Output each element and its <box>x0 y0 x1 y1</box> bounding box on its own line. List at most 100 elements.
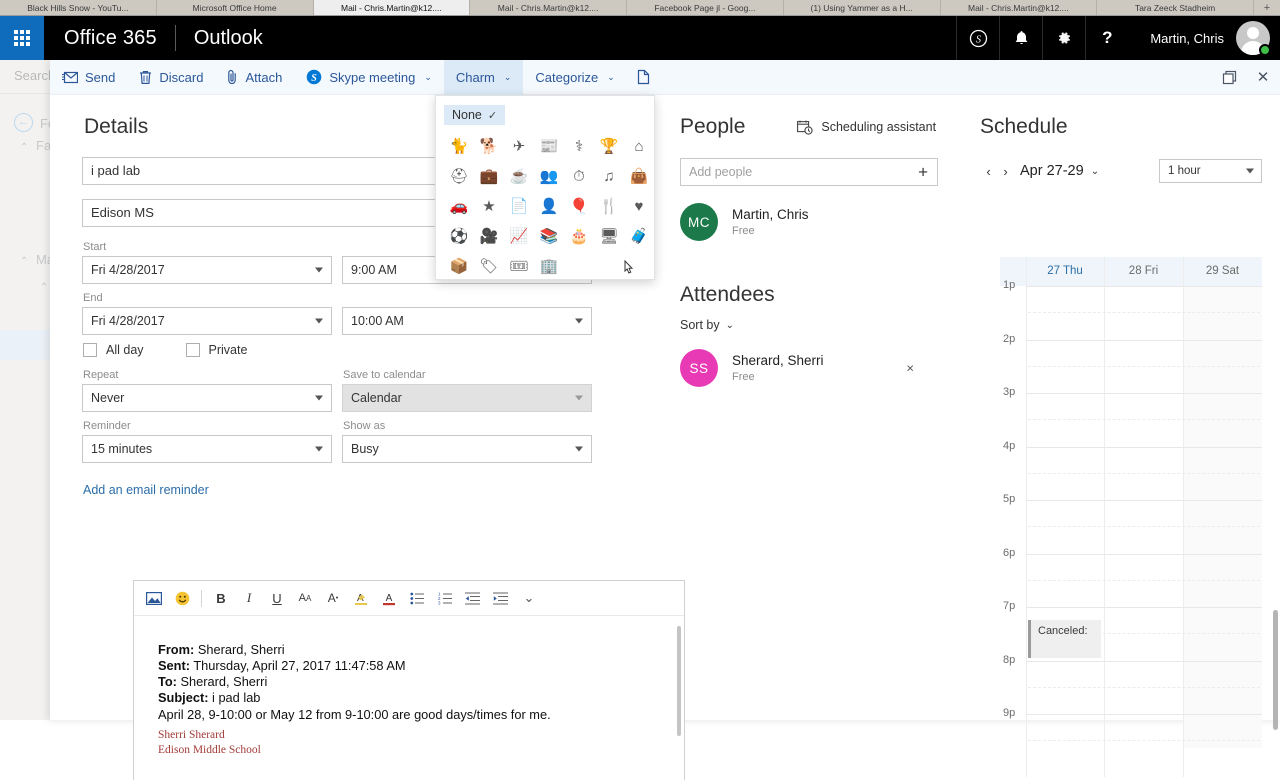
avatar[interactable] <box>1236 21 1271 56</box>
close-icon[interactable]: ✕ <box>1246 60 1280 95</box>
new-tab-button[interactable]: + <box>1254 0 1280 15</box>
browser-tab[interactable]: Black Hills Snow - YouTu... <box>0 0 157 15</box>
charm-airplane-icon[interactable]: ✈ <box>504 131 534 161</box>
schedule-scrollbar[interactable] <box>1273 610 1278 730</box>
font-size-icon[interactable]: AA <box>291 583 319 613</box>
organizer-row[interactable]: MC Martin, Chris Free <box>680 203 990 241</box>
charm-home-icon[interactable]: ⌂ <box>624 131 654 161</box>
attendee-row[interactable]: SS Sherard, Sherri Free <box>680 349 938 387</box>
previous-dates-button[interactable]: ‹ <box>980 164 997 179</box>
all-day-checkbox[interactable]: All day <box>83 343 144 357</box>
app-name-label[interactable]: Outlook <box>176 27 263 50</box>
browser-tab[interactable]: Tara Zeeck Stadheim <box>1097 0 1254 15</box>
charm-briefcase-icon[interactable]: 💼 <box>474 161 504 191</box>
settings-gear-icon[interactable] <box>1042 16 1085 60</box>
charm-chart-icon[interactable]: 📈 <box>504 221 534 251</box>
charm-suitcase-icon[interactable]: 🧳 <box>624 221 654 251</box>
charm-coffee-icon[interactable]: ☕ <box>504 161 534 191</box>
charm-music-note-icon[interactable]: ♫ <box>594 161 624 191</box>
charm-news-icon[interactable]: 📰 <box>534 131 564 161</box>
charm-medical-kit-icon[interactable]: ⚕ <box>564 131 594 161</box>
add-person-plus-icon[interactable]: + <box>918 164 928 181</box>
duration-select[interactable]: 1 hour <box>1159 159 1262 183</box>
charm-dog-icon[interactable]: 🐕 <box>474 131 504 161</box>
remove-attendee-icon[interactable]: × <box>906 361 914 376</box>
calendar-event[interactable]: Canceled: <box>1028 620 1101 658</box>
font-color-icon[interactable]: A <box>375 583 403 613</box>
increase-indent-icon[interactable] <box>487 583 515 613</box>
highlight-icon[interactable]: A <box>347 583 375 613</box>
numbered-list-icon[interactable]: 123 <box>431 583 459 613</box>
bulleted-list-icon[interactable] <box>403 583 431 613</box>
charm-stopwatch-icon[interactable]: ⏱ <box>564 161 594 191</box>
schedule-hours-body[interactable]: 1p 2p 3p 4p 5p 6p 7p 8p 9p Canceled: <box>1000 257 1262 777</box>
charm-monitor-icon[interactable]: 🖥 <box>594 221 624 251</box>
notifications-bell-icon[interactable] <box>999 16 1042 60</box>
browser-tab-active[interactable]: Mail - Chris.Martin@k12.... <box>313 0 471 15</box>
show-as-select[interactable]: Busy <box>342 435 592 463</box>
office365-brand-label[interactable]: Office 365 <box>44 27 175 50</box>
charm-balloons-icon[interactable]: 🎈 <box>564 191 594 221</box>
charm-button[interactable]: Charm ⌄ <box>443 59 524 95</box>
charm-building-icon[interactable]: 🏢 <box>534 251 564 281</box>
private-checkbox[interactable]: Private <box>185 343 247 357</box>
charm-shopping-bag-icon[interactable]: 👜 <box>624 161 654 191</box>
charm-car-icon[interactable]: 🚗 <box>444 191 474 221</box>
charm-none-option[interactable]: None ✓ <box>444 105 506 125</box>
categorize-button[interactable]: Categorize ⌄ <box>523 60 626 95</box>
italic-icon[interactable]: I <box>235 583 263 613</box>
day-header-sat[interactable]: 29 Sat <box>1183 257 1262 286</box>
day-header-fri[interactable]: 28 Fri <box>1104 257 1183 286</box>
next-dates-button[interactable]: › <box>997 164 1014 179</box>
charm-note-icon[interactable]: 📄 <box>504 191 534 221</box>
new-page-button[interactable] <box>627 60 660 95</box>
help-question-icon[interactable]: ? <box>1085 16 1128 60</box>
start-date-select[interactable]: Fri 4/28/2017 <box>82 256 332 284</box>
charm-pill-icon[interactable]: ⛑ <box>444 161 474 191</box>
end-time-select[interactable]: 10:00 AM <box>342 307 592 335</box>
charm-restaurant-icon[interactable]: 🍴 <box>594 191 624 221</box>
app-launcher-waffle-icon[interactable] <box>0 16 44 60</box>
browser-tab[interactable]: Mail - Chris.Martin@k12.... <box>940 0 1098 15</box>
browser-tab[interactable]: Microsoft Office Home <box>156 0 314 15</box>
charm-ticket-icon[interactable]: 🎟 <box>504 251 534 281</box>
charm-soccer-ball-icon[interactable]: ⚽ <box>444 221 474 251</box>
browser-tab[interactable]: Mail - Chris.Martin@k12.... <box>470 0 627 15</box>
decrease-indent-icon[interactable] <box>459 583 487 613</box>
insert-picture-icon[interactable] <box>140 583 168 613</box>
charm-birthday-cake-icon[interactable]: 🎂 <box>564 221 594 251</box>
browser-tab[interactable]: (1) Using Yammer as a H... <box>783 0 941 15</box>
browser-tab[interactable]: Facebook Page jl - Goog... <box>627 0 784 15</box>
save-to-calendar-select[interactable]: Calendar <box>342 384 592 412</box>
charm-heart-icon[interactable]: ♥ <box>624 191 654 221</box>
send-button[interactable]: Send <box>50 60 127 95</box>
charm-trophy-icon[interactable]: 🏆 <box>594 131 624 161</box>
skype-meeting-button[interactable]: S Skype meeting ⌄ <box>294 60 444 95</box>
end-date-select[interactable]: Fri 4/28/2017 <box>82 307 332 335</box>
charm-tag-icon[interactable]: 🏷 <box>474 251 504 281</box>
message-body[interactable]: From: Sherard, Sherri Sent: Thursday, Ap… <box>134 616 684 758</box>
charm-books-icon[interactable]: 📚 <box>534 221 564 251</box>
discard-button[interactable]: Discard <box>127 60 215 95</box>
user-name-label[interactable]: Martin, Chris <box>1128 31 1236 46</box>
skype-icon[interactable]: S <box>956 16 999 60</box>
font-grow-icon[interactable]: A • <box>319 583 347 613</box>
emoji-icon[interactable] <box>168 583 196 613</box>
charm-people-icon[interactable]: 👥 <box>534 161 564 191</box>
scheduling-assistant-button[interactable]: Scheduling assistant <box>797 120 936 135</box>
day-header-thu[interactable]: 27 Thu <box>1026 257 1104 286</box>
charm-movie-camera-icon[interactable]: 🎥 <box>474 221 504 251</box>
charm-star-icon[interactable]: ★ <box>474 191 504 221</box>
bold-icon[interactable]: B <box>207 583 235 613</box>
attach-button[interactable]: Attach <box>215 60 294 95</box>
popout-window-icon[interactable] <box>1212 60 1246 95</box>
add-email-reminder-link[interactable]: Add an email reminder <box>83 483 209 497</box>
reminder-select[interactable]: 15 minutes <box>82 435 332 463</box>
more-formatting-icon[interactable]: ⌄ <box>515 583 543 613</box>
add-people-input[interactable]: Add people + <box>680 158 938 186</box>
repeat-select[interactable]: Never <box>82 384 332 412</box>
underline-icon[interactable]: U <box>263 583 291 613</box>
date-range-label[interactable]: Apr 27-29 <box>1020 163 1084 179</box>
chevron-down-icon[interactable]: ⌄ <box>1091 166 1099 177</box>
sort-by-button[interactable]: Sort by ⌄ <box>680 318 990 332</box>
